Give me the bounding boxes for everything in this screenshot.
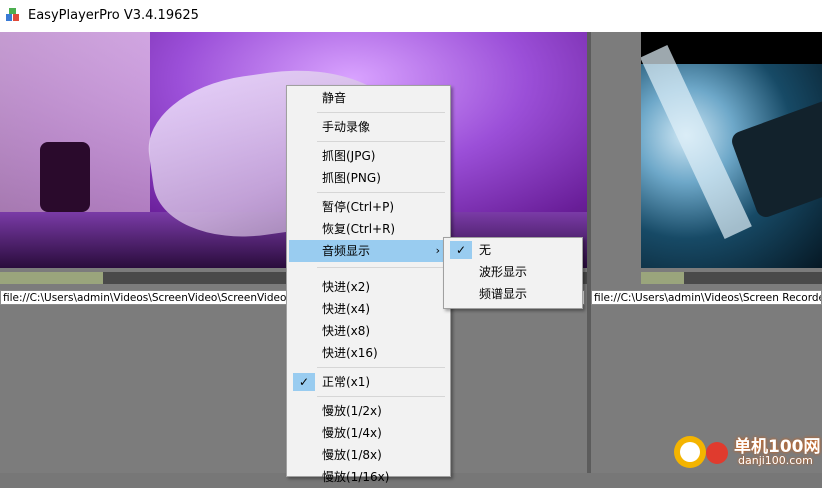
chevron-right-icon: › xyxy=(435,244,440,257)
checkmark-icon: ✓ xyxy=(293,373,315,391)
submenu-item-spectrum[interactable]: 频谱显示 xyxy=(446,283,580,305)
menu-item-label: 快进(x4) xyxy=(322,302,371,316)
menu-item-label: 波形显示 xyxy=(479,265,528,279)
menu-item-label: 频谱显示 xyxy=(479,287,528,301)
progress-bar-right[interactable] xyxy=(641,272,822,284)
menu-separator xyxy=(317,367,445,368)
menu-item-label: 抓图(PNG) xyxy=(322,171,381,185)
menu-item-audio-display[interactable]: 音频显示 › xyxy=(289,240,448,262)
progress-fill-right xyxy=(641,272,685,284)
menu-item-label: 正常(x1) xyxy=(322,375,371,389)
context-menu: 静音 手动录像 抓图(JPG) 抓图(PNG) 暂停(Ctrl+P) 恢复(Ct… xyxy=(286,85,451,484)
watermark-logo-dot-icon xyxy=(706,442,728,464)
menu-item-fast-x4[interactable]: 快进(x4) xyxy=(289,298,448,320)
menu-item-fast-x8[interactable]: 快进(x8) xyxy=(289,320,448,342)
menu-item-fast-x16[interactable]: 快进(x16) xyxy=(289,342,448,364)
menu-item-slow-sixteenth[interactable]: 慢放(1/16x) xyxy=(289,466,448,488)
progress-fill-left xyxy=(0,272,103,284)
app-icon xyxy=(6,8,19,21)
menu-item-slow-half[interactable]: 慢放(1/2x) xyxy=(289,400,448,422)
checkmark-glyph: ✓ xyxy=(298,375,310,389)
menu-item-mute[interactable]: 静音 xyxy=(289,87,448,109)
submenu-item-waveform[interactable]: 波形显示 xyxy=(446,261,580,283)
menu-item-label: 慢放(1/16x) xyxy=(322,470,390,484)
menu-separator xyxy=(317,112,445,113)
checkmark-glyph: ✓ xyxy=(455,243,467,257)
menu-item-label: 抓图(JPG) xyxy=(322,149,376,163)
menu-item-label: 无 xyxy=(479,243,492,257)
menu-item-label: 快进(x8) xyxy=(322,324,371,338)
menu-item-slow-quarter[interactable]: 慢放(1/4x) xyxy=(289,422,448,444)
menu-separator xyxy=(317,192,445,193)
menu-separator xyxy=(317,141,445,142)
menu-item-resume[interactable]: 恢复(Ctrl+R) xyxy=(289,218,448,240)
player-pane-right[interactable]: file://C:\Users\admin\Videos\Screen Reco… xyxy=(591,32,822,473)
audio-display-submenu: ✓ 无 波形显示 频谱显示 xyxy=(443,237,583,309)
menu-item-label: 手动录像 xyxy=(322,120,371,134)
menu-item-label: 快进(x16) xyxy=(322,346,378,360)
menu-item-pause[interactable]: 暂停(Ctrl+P) xyxy=(289,196,448,218)
menu-item-fast-x2[interactable]: 快进(x2) xyxy=(289,276,448,298)
menu-item-label: 暂停(Ctrl+P) xyxy=(322,200,395,214)
menu-item-snapshot-png[interactable]: 抓图(PNG) xyxy=(289,167,448,189)
menu-separator xyxy=(317,267,445,268)
menu-item-manual-record[interactable]: 手动录像 xyxy=(289,116,448,138)
video-frame-right[interactable] xyxy=(641,32,822,268)
title-bar: EasyPlayerPro V3.4.19625 xyxy=(0,0,822,32)
file-path-right: file://C:\Users\admin\Videos\Screen Reco… xyxy=(591,290,822,305)
menu-item-slow-eighth[interactable]: 慢放(1/8x) xyxy=(289,444,448,466)
menu-item-label: 快进(x2) xyxy=(322,280,371,294)
window-title: EasyPlayerPro V3.4.19625 xyxy=(28,8,199,23)
menu-item-snapshot-jpg[interactable]: 抓图(JPG) xyxy=(289,145,448,167)
watermark-url: danji100.com xyxy=(738,454,813,467)
menu-item-label: 慢放(1/4x) xyxy=(322,426,382,440)
menu-item-label: 慢放(1/8x) xyxy=(322,448,382,462)
watermark: 单机100网 danji100.com xyxy=(672,430,822,473)
submenu-item-none[interactable]: ✓ 无 xyxy=(446,239,580,261)
menu-item-label: 恢复(Ctrl+R) xyxy=(322,222,396,236)
menu-item-normal-speed[interactable]: ✓ 正常(x1) xyxy=(289,371,448,393)
menu-item-label: 音频显示 xyxy=(322,244,371,258)
menu-separator xyxy=(317,396,445,397)
watermark-logo-icon xyxy=(674,436,706,468)
checkmark-icon: ✓ xyxy=(450,241,472,259)
menu-item-label: 慢放(1/2x) xyxy=(322,404,382,418)
menu-item-label: 静音 xyxy=(322,91,347,105)
